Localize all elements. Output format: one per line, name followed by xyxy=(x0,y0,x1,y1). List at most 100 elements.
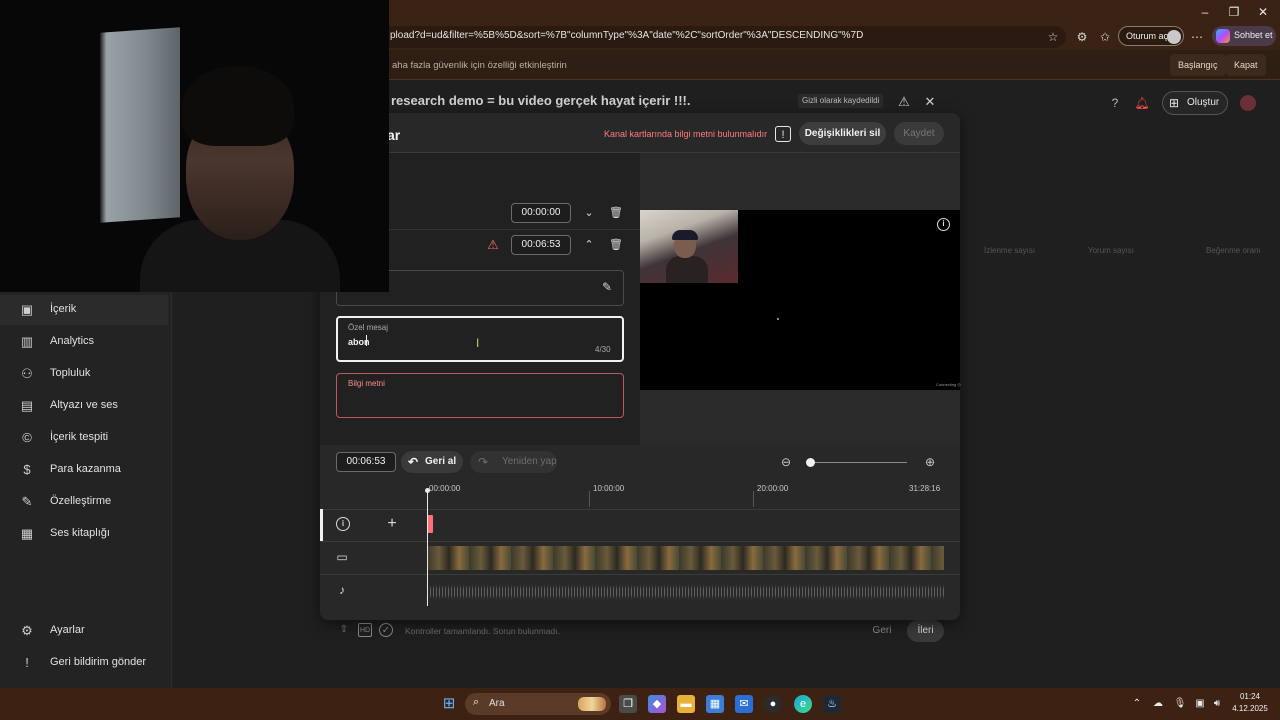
playhead[interactable] xyxy=(427,488,428,606)
signin-button[interactable]: Oturum aç xyxy=(1118,26,1184,46)
checks-status-text: Kontroller tamamlandı. Sorun bulunmadı. xyxy=(405,626,560,636)
column-header-comments[interactable]: Yorum sayısı xyxy=(1088,246,1134,255)
elements-track[interactable] xyxy=(320,509,960,542)
onedrive-icon[interactable]: ☁ xyxy=(1151,697,1165,711)
more-menu-icon[interactable]: ⋯ xyxy=(1189,29,1205,45)
redo-button: ↷ Yeniden yap xyxy=(470,451,557,473)
upload-icon: ⇧ xyxy=(339,624,349,635)
zoom-slider-handle[interactable] xyxy=(806,458,815,467)
favorites-icon[interactable]: ✩ xyxy=(1097,29,1113,45)
back-button[interactable]: Geri xyxy=(864,620,900,642)
search-icon: ⌕ xyxy=(473,696,480,708)
address-url[interactable]: pload?d=ud&filter=%5B%5D&sort=%7B"column… xyxy=(390,30,863,41)
column-header-likes[interactable]: Beğenme oranı xyxy=(1206,246,1261,255)
audio-waveform xyxy=(427,581,944,603)
add-element-icon[interactable]: + xyxy=(385,516,399,532)
sidebar-item-2[interactable]: ⚇ Topluluk xyxy=(0,359,168,389)
report-issue-icon[interactable]: ⚠︎ xyxy=(896,94,912,110)
sidebar-item-4[interactable]: © İçerik tespiti xyxy=(0,423,168,453)
screen: – ❐ ✕ pload?d=ud&filter=%5B%5D&sort=%7B"… xyxy=(0,0,1280,720)
signin-label: Oturum aç xyxy=(1126,31,1169,41)
tick-label-3: 31:28:16 xyxy=(909,484,941,493)
infobar-close-button[interactable]: Kapat xyxy=(1226,54,1266,76)
info-track-icon: i xyxy=(336,517,350,531)
thumbnail-person-body xyxy=(666,256,708,283)
tray-overflow-icon[interactable]: ⌃ xyxy=(1130,697,1144,711)
chevron-down-icon[interactable]: ⌄ xyxy=(582,206,596,220)
current-time-field[interactable]: 00:06:53 xyxy=(336,452,396,472)
feedback-icon[interactable]: ! xyxy=(775,126,791,142)
app-icon[interactable]: ● xyxy=(764,695,782,713)
next-button[interactable]: İleri xyxy=(907,620,944,642)
channel-avatar[interactable] xyxy=(1240,95,1256,111)
zoom-in-icon[interactable]: ⊕ xyxy=(923,455,937,469)
chevron-up-icon[interactable]: ⌃ xyxy=(582,238,596,252)
char-counter: 4/30 xyxy=(595,345,611,354)
info-card-icon[interactable]: i xyxy=(937,218,950,231)
sidebar-item-1[interactable]: ▥ Analytics xyxy=(0,327,168,357)
playhead-handle[interactable] xyxy=(425,488,430,493)
help-icon[interactable]: ? xyxy=(1107,95,1123,111)
audio-track-icon: ♪ xyxy=(339,583,345,597)
volume-icon[interactable]: 🔊︎ xyxy=(1210,697,1224,711)
editor-warning-text: Kanal kartlarında bilgi metni bulunmalıd… xyxy=(604,129,768,139)
preview-dot xyxy=(777,318,779,320)
favorite-star-icon[interactable]: ☆ xyxy=(1045,29,1061,45)
element-1-time[interactable]: 00:00:00 xyxy=(511,203,571,223)
close-dialog-icon[interactable]: ✕ xyxy=(922,94,938,110)
infobar-text: aha fazla güvenlik için özelliği etkinle… xyxy=(392,60,567,71)
news-icon[interactable]: ◆ xyxy=(648,695,666,713)
edit-pencil-icon[interactable]: ✎ xyxy=(600,280,614,294)
minimize-button[interactable]: – xyxy=(1190,4,1220,20)
notifications-icon[interactable]: 🔔︎ xyxy=(1134,95,1150,111)
sidebar-bottom-item-0[interactable]: ⚙ Ayarlar xyxy=(0,616,168,646)
sidebar-item-5[interactable]: $ Para kazanma xyxy=(0,455,168,485)
sidebar-item-label: Ayarlar xyxy=(50,624,85,636)
delete-element-2-icon[interactable]: 🗑︎ xyxy=(609,238,623,252)
edge-icon[interactable]: e xyxy=(794,695,812,713)
network-icon[interactable]: ▣ xyxy=(1193,697,1207,711)
discard-changes-button[interactable]: Değişiklikleri sil xyxy=(799,122,886,145)
mail-icon[interactable]: ✉ xyxy=(735,695,753,713)
create-button[interactable]: ⊞ Oluştur xyxy=(1162,91,1228,115)
thumbnail-person-cap xyxy=(672,230,698,240)
text-caret xyxy=(366,335,367,346)
microphone-icon[interactable]: 🎙︎ xyxy=(1173,697,1187,711)
sidebar-item-0[interactable]: ▣ İçerik xyxy=(0,295,168,325)
search-label: Ara xyxy=(489,698,505,709)
preview-watermark: Connecting ◎ xyxy=(936,382,961,387)
sidebar-item-3[interactable]: ▤ Altyazı ve ses xyxy=(0,391,168,421)
start-menu-icon[interactable]: ⊞ xyxy=(440,695,458,713)
element-2-time[interactable]: 00:06:53 xyxy=(511,235,571,255)
webcam-door xyxy=(100,27,180,223)
taskbar-clock[interactable]: 01:24 4.12.2025 xyxy=(1228,691,1272,715)
mouse-cursor-ibeam: I xyxy=(476,336,480,350)
clock-date: 4.12.2025 xyxy=(1232,704,1268,713)
zoom-out-icon[interactable]: ⊖ xyxy=(779,455,793,469)
clock-time: 01:24 xyxy=(1239,692,1261,701)
sidebar-item-label: Analytics xyxy=(50,335,95,347)
zoom-slider[interactable] xyxy=(811,462,907,463)
create-icon: ⊞ xyxy=(1169,96,1180,110)
sidebar-item-7[interactable]: ▦ Ses kitaplığı xyxy=(0,519,168,549)
column-header-views[interactable]: İzlenme sayısı xyxy=(984,246,1035,255)
undo-button[interactable]: ↶ Geri al xyxy=(401,451,463,473)
delete-element-1-icon[interactable]: 🗑︎ xyxy=(609,206,623,220)
maximize-button[interactable]: ❐ xyxy=(1219,4,1249,20)
store-icon[interactable]: ▦ xyxy=(706,695,724,713)
video-filmstrip[interactable] xyxy=(427,546,944,570)
steam-icon[interactable]: ♨ xyxy=(823,695,841,713)
task-view-icon[interactable]: ❐ xyxy=(619,695,637,713)
community-icon: ⚇ xyxy=(21,366,33,381)
copilot-button[interactable]: Sohbet et xyxy=(1212,26,1276,46)
file-explorer-icon[interactable]: ▬ xyxy=(677,695,695,713)
sidebar-bottom-item-1[interactable]: ! Geri bildirim gönder xyxy=(0,648,168,678)
undo-icon: ↶ xyxy=(408,455,419,469)
close-window-button[interactable]: ✕ xyxy=(1248,4,1278,20)
sidebar-item-6[interactable]: ✎ Özelleştirme xyxy=(0,487,168,517)
taskbar-search[interactable]: ⌕ Ara xyxy=(465,693,611,715)
copilot-icon xyxy=(1216,29,1230,43)
extensions-icon[interactable]: ⚙ xyxy=(1074,29,1090,45)
infobar-start-button[interactable]: Başlangıç xyxy=(1170,54,1226,76)
save-button: Kaydet xyxy=(894,122,944,145)
